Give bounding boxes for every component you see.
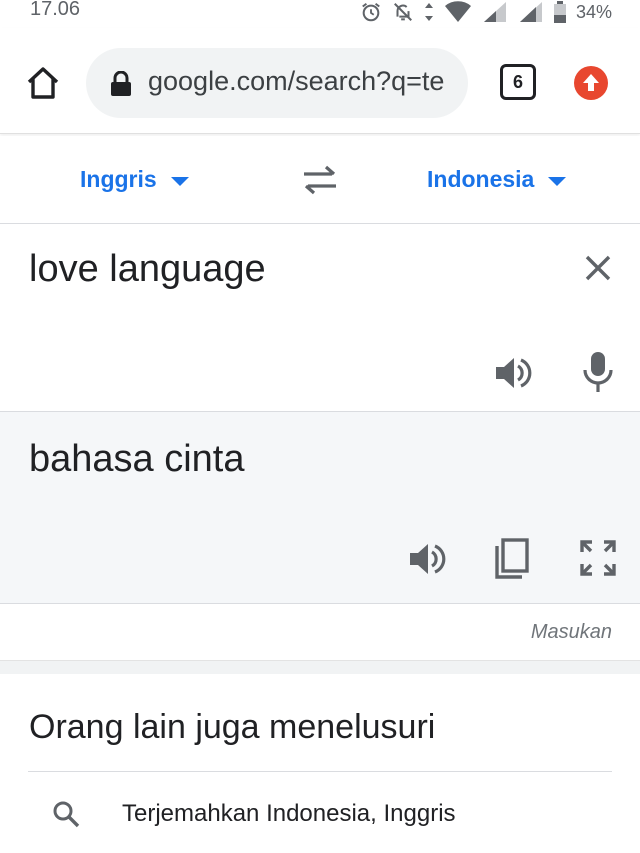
related-searches-title: Orang lain juga menelusuri [29,708,436,746]
swap-icon [304,165,336,195]
feedback-row: Masukan [0,604,640,662]
source-listen-button[interactable] [494,354,532,392]
language-selector-row: Inggris Indonesia [0,136,640,224]
status-icons: 34% [360,0,640,24]
browser-toolbar: google.com/search?q=te 6 [0,28,640,134]
notifications-off-icon [394,3,412,21]
copy-translation-button[interactable] [494,538,530,580]
wifi-icon [444,1,471,23]
section-divider [0,660,640,674]
voice-input-button[interactable] [582,350,614,394]
fullscreen-button[interactable] [580,540,616,576]
tab-switcher-button[interactable]: 6 [500,64,536,100]
source-language-dropdown[interactable]: Inggris [80,166,189,193]
translation-listen-button[interactable] [408,540,446,578]
search-icon [53,801,80,828]
lock-icon [111,71,131,96]
translated-text: bahasa cinta [29,438,245,480]
copy-icon [495,538,529,579]
expand-icon [580,540,616,576]
source-text[interactable]: love language [29,248,266,291]
close-icon [585,255,611,281]
microphone-icon [583,352,613,392]
speaker-icon [496,358,532,388]
alarm-icon [362,2,380,22]
related-searches: Orang lain juga menelusuri Terjemahkan I… [0,674,640,853]
chevron-down-icon [548,176,567,186]
signal-icon [483,2,506,22]
feedback-link[interactable]: Masukan [531,621,612,644]
translation-result-area: bahasa cinta [0,412,640,604]
swap-languages-button[interactable] [300,164,340,196]
home-icon [27,67,59,99]
status-time: 17.06 [30,0,81,20]
signal-icon [519,2,542,22]
source-language-label: Inggris [80,166,157,192]
address-bar[interactable]: google.com/search?q=te [86,48,468,118]
related-search-label: Terjemahkan Indonesia, Inggris [122,800,456,827]
speaker-icon [410,544,446,574]
clear-button[interactable] [582,252,614,284]
data-arrows-icon [424,3,433,21]
battery-icon [553,1,566,23]
update-button[interactable] [574,66,608,100]
arrow-up-icon [583,74,599,91]
target-language-label: Indonesia [427,166,535,192]
chevron-down-icon [170,176,189,186]
home-button[interactable] [24,64,62,102]
url-text: google.com/search?q=te [148,66,445,96]
status-bar: 17.06 34% [0,0,640,26]
tab-count: 6 [512,71,523,92]
target-language-dropdown[interactable]: Indonesia [427,166,567,193]
related-search-item[interactable]: Terjemahkan Indonesia, Inggris [0,772,640,852]
source-text-area[interactable]: love language [0,224,640,412]
battery-percentage: 34% [575,1,612,22]
